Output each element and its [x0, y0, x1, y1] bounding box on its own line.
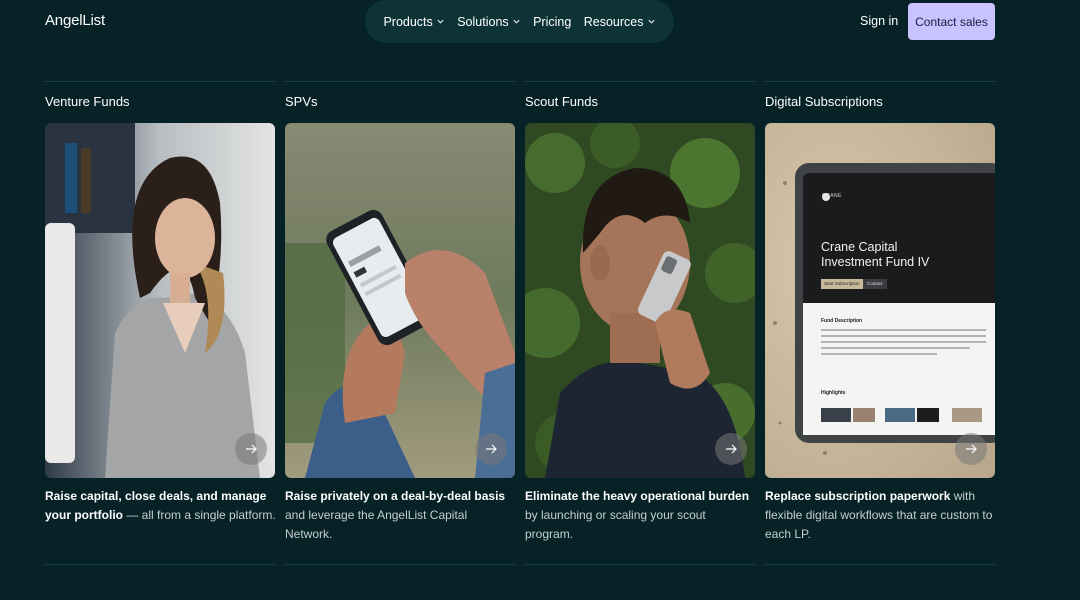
- divider: [45, 81, 275, 82]
- nav-solutions-label: Solutions: [457, 14, 509, 29]
- angellist-logo[interactable]: AngelList: [45, 12, 105, 29]
- product-title[interactable]: Scout Funds: [525, 94, 598, 109]
- divider: [525, 81, 755, 82]
- divider: [765, 81, 995, 82]
- spvs-card[interactable]: [285, 123, 515, 478]
- description-text: — all from a single platform.: [123, 508, 276, 522]
- highlight-tile: [917, 408, 939, 422]
- arrow-right-icon: [246, 444, 257, 454]
- product-description: Raise privately on a deal-by-deal basis …: [285, 487, 517, 544]
- description-text: and leverage the AngelList Capital Netwo…: [285, 508, 468, 541]
- product-description: Raise capital, close deals, and manage y…: [45, 487, 277, 525]
- product-description: Replace subscription paperwork with flex…: [765, 487, 997, 544]
- highlight-tile: [952, 408, 982, 422]
- woman-at-desk-photo: [45, 123, 275, 478]
- highlight-tile: [853, 408, 875, 422]
- divider: [285, 564, 515, 565]
- description-highlight: Eliminate the heavy operational burden: [525, 489, 750, 503]
- highlight-tile: [821, 408, 851, 422]
- divider: [285, 81, 515, 82]
- nav-products-label: Products: [383, 14, 433, 29]
- chevron-down-icon: [513, 19, 520, 24]
- product-title[interactable]: SPVs: [285, 94, 318, 109]
- nav-products[interactable]: Products: [383, 15, 444, 29]
- divider: [45, 564, 275, 565]
- nav-pricing-label: Pricing: [533, 14, 572, 29]
- nav-solutions[interactable]: Solutions: [457, 15, 520, 29]
- divider: [765, 564, 995, 565]
- description-highlight: Replace subscription paperwork: [765, 489, 951, 503]
- fund-name-line-2: Investment Fund IV: [821, 255, 930, 269]
- chevron-down-icon: [437, 19, 444, 24]
- divider: [525, 564, 755, 565]
- tablet-contact-button: Contact: [863, 279, 887, 289]
- man-on-phone-photo: [525, 123, 755, 478]
- card-arrow-button[interactable]: [955, 433, 987, 465]
- top-navigation: AngelList Products Solutions Pricing Res…: [0, 0, 1080, 44]
- nav-resources-label: Resources: [583, 14, 644, 29]
- tablet-section-highlights: Highlights: [821, 390, 846, 396]
- digital-subscriptions-card[interactable]: CRANE Crane Capital Investment Fund IV S…: [765, 123, 995, 478]
- card-arrow-button[interactable]: [475, 433, 507, 465]
- venture-funds-card[interactable]: [45, 123, 275, 478]
- nav-resources[interactable]: Resources: [584, 15, 656, 29]
- description-text: by launching or scaling your scout progr…: [525, 508, 706, 541]
- tablet-brand: CRANE: [822, 193, 843, 199]
- sign-in-link[interactable]: Sign in: [860, 14, 898, 28]
- product-title[interactable]: Digital Subscriptions: [765, 94, 883, 109]
- arrow-right-icon: [486, 444, 497, 454]
- chevron-down-icon: [647, 19, 655, 24]
- tablet-section-description: Fund Description: [821, 318, 863, 324]
- highlight-tile: [885, 408, 915, 422]
- arrow-right-icon: [726, 444, 737, 454]
- product-title[interactable]: Venture Funds: [45, 94, 130, 109]
- scout-funds-card[interactable]: [525, 123, 755, 478]
- main-nav: Products Solutions Pricing Resources: [365, 0, 674, 43]
- tablet-description-lines: [821, 329, 986, 365]
- nav-pricing[interactable]: Pricing: [533, 15, 571, 29]
- tablet-on-stone-photo: [765, 123, 995, 478]
- card-arrow-button[interactable]: [715, 433, 747, 465]
- fund-name-line-1: Crane Capital: [821, 240, 898, 254]
- card-arrow-button[interactable]: [235, 433, 267, 465]
- product-description: Eliminate the heavy operational burden b…: [525, 487, 757, 544]
- arrow-right-icon: [966, 444, 977, 454]
- description-highlight: Raise privately on a deal-by-deal basis: [285, 489, 506, 503]
- contact-sales-button[interactable]: Contact sales: [908, 3, 995, 40]
- start-subscription-button: Start Subscription: [821, 279, 863, 289]
- tablet-fund-name: Crane Capital Investment Fund IV: [821, 240, 929, 270]
- hands-holding-phone-photo: [285, 123, 515, 478]
